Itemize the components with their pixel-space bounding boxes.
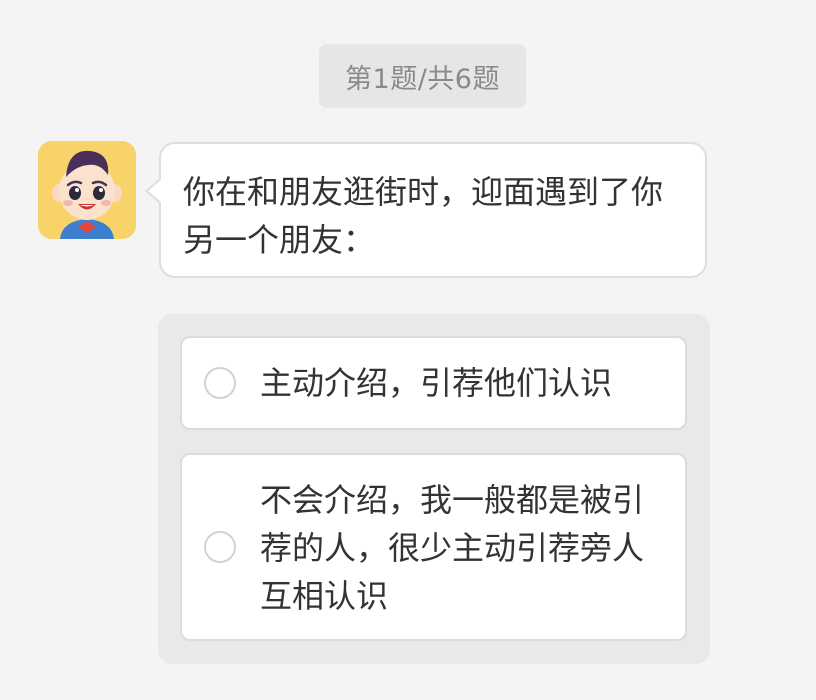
bubble-tail (148, 180, 161, 202)
question-progress-badge: 第1题/共6题 (319, 44, 526, 108)
avatar (38, 141, 136, 239)
answer-option-1[interactable]: 主动介绍，引荐他们认识 (180, 336, 687, 430)
question-text: 你在和朋友逛街时，迎面遇到了你另一个朋友： (183, 173, 664, 259)
answer-option-label: 主动介绍，引荐他们认识 (260, 364, 613, 402)
options-panel: 主动介绍，引荐他们认识 不会介绍，我一般都是被引荐的人，很少主动引荐旁人互相认识 (158, 314, 710, 664)
question-progress-text: 第1题/共6题 (345, 63, 500, 95)
radio-unchecked-icon[interactable] (204, 367, 236, 399)
answer-option-label: 不会介绍，我一般都是被引荐的人，很少主动引荐旁人互相认识 (260, 481, 645, 615)
radio-unchecked-icon[interactable] (204, 531, 236, 563)
answer-option-2[interactable]: 不会介绍，我一般都是被引荐的人，很少主动引荐旁人互相认识 (180, 453, 687, 641)
cartoon-boy-avatar-icon (38, 141, 136, 239)
question-bubble: 你在和朋友逛街时，迎面遇到了你另一个朋友： (159, 142, 707, 278)
